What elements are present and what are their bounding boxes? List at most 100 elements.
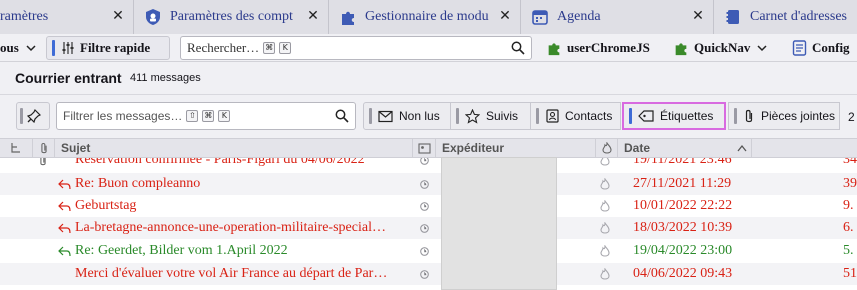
filter-sliders-icon <box>62 42 74 54</box>
overflow-number: 2 <box>848 110 855 124</box>
toolbar-grip <box>456 108 459 124</box>
kbd-key: K <box>279 42 292 54</box>
search-icon[interactable] <box>335 109 349 123</box>
correspondent-column-header[interactable] <box>413 139 436 157</box>
filter-unread-button[interactable]: Non lus <box>363 102 451 130</box>
message-date: 10/01/2022 22:22 <box>633 198 733 213</box>
message-list[interactable]: Réservation confirmée - Paris-Figari du … <box>0 158 857 290</box>
filter-attachments-label: Pièces jointes <box>761 109 836 123</box>
tab-settings[interactable]: ramètres ✕ <box>0 0 134 34</box>
toolbar-grip <box>20 108 23 124</box>
kbd-key: ⌘ <box>202 110 215 122</box>
folder-header: Courrier entrant 411 messages <box>0 62 857 94</box>
junk-column-header[interactable] <box>596 139 618 157</box>
message-row[interactable]: Réservation confirmée - Paris-Figari du … <box>0 158 857 171</box>
search-input[interactable]: Rechercher… ⌘ K <box>180 36 532 60</box>
chevron-down-icon <box>26 45 36 52</box>
userchromejs-button[interactable]: userChromeJS <box>546 34 650 62</box>
partial-menu-label: ous <box>0 40 19 55</box>
tab-calendar[interactable]: Agenda ✕ <box>521 0 714 34</box>
close-icon[interactable]: ✕ <box>111 9 125 23</box>
contact-card-icon <box>546 109 559 123</box>
tab-address-book[interactable]: Carnet d'adresses <box>714 0 857 34</box>
message-subject: Réservation confirmée - Paris-Figari du … <box>75 158 365 167</box>
close-icon[interactable]: ✕ <box>306 9 320 23</box>
sticky-filter-button[interactable] <box>16 102 50 130</box>
search-icon[interactable] <box>511 41 525 55</box>
message-size: 34 <box>843 158 857 167</box>
flame-icon <box>601 142 612 154</box>
quick-filter-button[interactable]: Filtre rapide <box>46 36 170 60</box>
message-date: 19/04/2022 23:00 <box>633 243 733 258</box>
filter-tags-button[interactable]: Étiquettes <box>622 102 726 130</box>
filter-starred-button[interactable]: Suivis <box>451 102 531 130</box>
size-column-header[interactable] <box>752 139 857 157</box>
puzzle-icon <box>675 43 687 56</box>
correspondent-status-icon <box>420 195 432 217</box>
message-size: 5. <box>843 243 854 258</box>
message-date: 27/11/2021 11:29 <box>633 176 732 191</box>
main-toolbar: ous Filtre rapide Rechercher… ⌘ K userCh… <box>0 34 857 62</box>
message-size: 6. <box>843 220 854 235</box>
reply-icon <box>58 217 72 239</box>
message-row[interactable]: Re: Buon compleanno 27/11/2021 11:29 39 <box>0 173 857 195</box>
envelope-icon <box>378 110 393 122</box>
message-subject: Geburtstag <box>75 198 137 213</box>
filter-starred-label: Suivis <box>486 109 519 123</box>
sender-column-header[interactable]: Expéditeur <box>436 139 596 157</box>
correspondent-status-icon <box>420 263 432 285</box>
date-column-header[interactable]: Date <box>618 139 752 157</box>
message-date: 04/06/2022 09:43 <box>633 266 733 281</box>
correspondent-status-icon <box>420 217 432 239</box>
message-row[interactable]: La-bretagne-annonce-une-operation-milita… <box>0 217 857 239</box>
filter-attachments-button[interactable]: Pièces jointes <box>728 102 840 130</box>
correspondent-status-icon <box>420 173 432 195</box>
partial-menu-button[interactable]: ous <box>0 34 37 62</box>
tab-label: Agenda <box>557 9 601 24</box>
close-icon[interactable]: ✕ <box>691 9 705 23</box>
document-icon <box>792 40 807 56</box>
subject-column-header[interactable]: Sujet <box>55 139 413 157</box>
quicknav-button[interactable]: QuickNav <box>673 34 768 62</box>
flame-icon[interactable] <box>600 263 614 285</box>
message-row[interactable]: Geburtstag 10/01/2022 22:22 9. <box>0 195 857 217</box>
message-subject: Merci d'évaluer votre vol Air France au … <box>75 266 388 281</box>
message-date: 18/03/2022 10:39 <box>633 220 733 235</box>
quicknav-label: QuickNav <box>694 40 751 55</box>
message-row[interactable]: Merci d'évaluer votre vol Air France au … <box>0 263 857 285</box>
tab-label: Paramètres des compt <box>170 9 293 24</box>
flame-icon[interactable] <box>600 217 614 239</box>
message-count: 411 messages <box>130 72 201 84</box>
filter-messages-input[interactable]: Filtrer les messages… ⇧ ⌘ K <box>56 102 356 130</box>
paperclip-icon <box>40 142 47 153</box>
thread-column-header[interactable] <box>0 139 33 157</box>
config-button[interactable]: Config <box>792 34 850 62</box>
message-subject: Re: Geerdet, Bilder vom 1.April 2022 <box>75 243 288 258</box>
filter-tags-label: Étiquettes <box>660 109 714 123</box>
flame-icon[interactable] <box>600 158 614 171</box>
sort-ascending-icon <box>737 144 747 152</box>
quick-filter-label: Filtre rapide <box>80 40 151 55</box>
column-header-row: Sujet Expéditeur Date <box>0 138 857 158</box>
flame-icon[interactable] <box>600 240 614 262</box>
message-date: 19/11/2021 23:46 <box>633 158 732 167</box>
message-size: 39 <box>843 176 857 191</box>
tab-addons[interactable]: Gestionnaire de modu ✕ <box>329 0 521 34</box>
flame-icon[interactable] <box>600 173 614 195</box>
message-row[interactable]: Re: Geerdet, Bilder vom 1.April 2022 19/0… <box>0 240 857 262</box>
toolbar-grip <box>734 108 737 124</box>
tab-label: Gestionnaire de modu <box>365 9 489 24</box>
tab-account-settings[interactable]: Paramètres des compt ✕ <box>134 0 329 34</box>
correspondent-icon <box>417 142 431 154</box>
paperclip-icon <box>38 158 50 171</box>
message-subject: Re: Buon compleanno <box>75 176 201 191</box>
correspondent-status-icon <box>420 240 432 262</box>
filter-contacts-button[interactable]: Contacts <box>531 102 621 130</box>
attachment-column-header[interactable] <box>33 139 55 157</box>
tab-bar: ramètres ✕ Paramètres des compt ✕ Gestio… <box>0 0 857 34</box>
thread-icon <box>11 143 20 153</box>
address-book-icon <box>726 10 739 24</box>
close-icon[interactable]: ✕ <box>498 9 512 23</box>
kbd-key: K <box>218 110 231 122</box>
flame-icon[interactable] <box>600 195 614 217</box>
